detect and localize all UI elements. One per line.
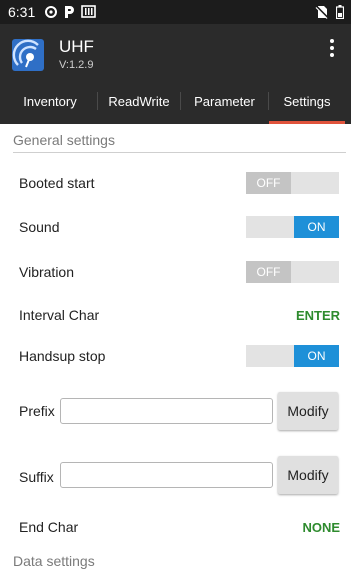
sound-toggle[interactable]: ON (246, 216, 339, 238)
app-bar: UHF V:1.2.9 (0, 24, 351, 76)
interval-char-label: Interval Char (19, 307, 100, 323)
general-settings-heading: General settings (13, 132, 115, 148)
prefix-label: Prefix (19, 403, 55, 419)
tab-settings[interactable]: Settings (269, 76, 345, 124)
tab-inventory[interactable]: Inventory (4, 76, 96, 124)
app-title: UHF (59, 37, 94, 56)
interval-char-value[interactable]: ENTER (296, 308, 340, 323)
toggle-state: ON (294, 216, 339, 238)
battery-icon (336, 5, 344, 19)
status-time: 6:31 (8, 4, 36, 20)
toggle-state: OFF (246, 172, 291, 194)
suffix-modify-button[interactable]: Modify (278, 456, 338, 494)
storage-icon (81, 5, 96, 18)
prefix-modify-button[interactable]: Modify (278, 392, 338, 430)
vibration-label: Vibration (19, 264, 75, 280)
toggle-state: ON (294, 345, 339, 367)
handsup-stop-label: Handsup stop (19, 348, 106, 364)
prefix-input[interactable] (60, 398, 273, 424)
booted-start-label: Booted start (19, 175, 95, 191)
end-char-value[interactable]: NONE (302, 520, 340, 535)
data-saver-icon (45, 6, 57, 18)
handsup-stop-toggle[interactable]: ON (246, 345, 339, 367)
tab-parameter[interactable]: Parameter (181, 76, 268, 124)
active-tab-indicator (269, 121, 345, 124)
end-char-label: End Char (19, 519, 79, 535)
suffix-input[interactable] (60, 462, 273, 488)
app-version: V:1.2.9 (59, 59, 94, 71)
sound-label: Sound (19, 219, 60, 235)
no-sim-icon (315, 5, 329, 19)
parking-icon (65, 6, 74, 18)
toggle-state: OFF (246, 261, 291, 283)
tab-readwrite[interactable]: ReadWrite (98, 76, 180, 124)
section-divider (13, 152, 346, 153)
vibration-toggle[interactable]: OFF (246, 261, 339, 283)
overflow-menu-icon[interactable] (319, 36, 345, 66)
suffix-label: Suffix (19, 469, 54, 485)
booted-start-toggle[interactable]: OFF (246, 172, 339, 194)
app-logo-icon (12, 39, 44, 71)
data-settings-heading: Data settings (13, 553, 95, 569)
tab-bar: Inventory ReadWrite Parameter Settings (0, 76, 351, 124)
status-bar: 6:31 (0, 0, 351, 24)
